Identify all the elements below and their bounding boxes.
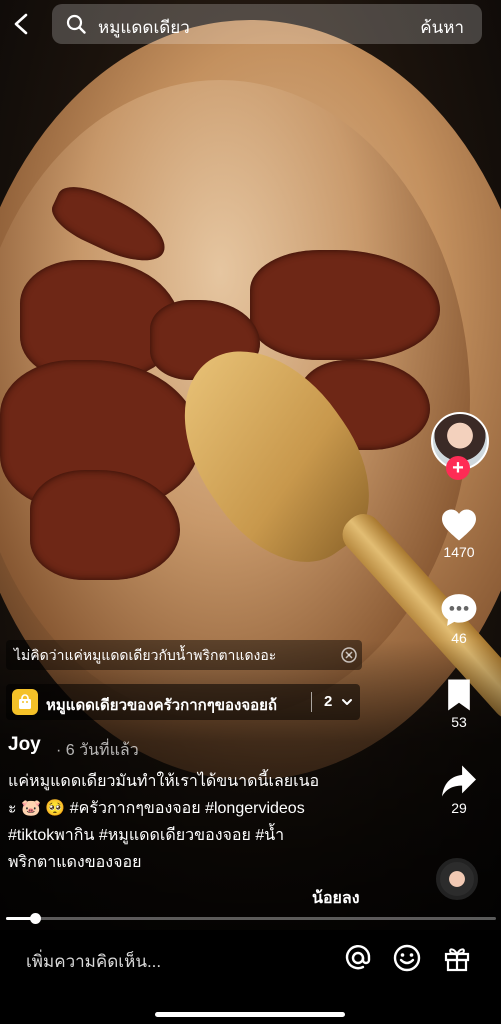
- caption-overlay: ไม่คิดว่าแค่หมูแดดเดียวกับน้ำพริกตาแดงอะ: [6, 640, 362, 670]
- comment-bar: เพิ่มความคิดเห็น...: [0, 930, 501, 1024]
- desc-line: ะ 🐷 🥺 #ครัวกากๆของจอย #longervideos: [8, 800, 305, 817]
- bookmark-icon: [448, 679, 470, 711]
- emoji-icon[interactable]: [392, 943, 422, 973]
- share-count: 29: [451, 800, 467, 816]
- follow-button[interactable]: +: [446, 456, 470, 480]
- desc-line: พริกตาแดงของจอย: [8, 854, 142, 871]
- video-progress-bar[interactable]: [6, 913, 496, 924]
- playlist-divider: [311, 692, 312, 712]
- caption-overlay-text: ไม่คิดว่าแค่หมูแดดเดียวกับน้ำพริกตาแดงอะ: [14, 647, 277, 663]
- see-less-button[interactable]: น้อยลง: [312, 886, 360, 911]
- gift-icon[interactable]: [442, 943, 472, 973]
- playlist-title: หมูแดดเดียวของครัวกากๆของจอยถ้: [46, 697, 278, 714]
- comment-count: 46: [451, 630, 467, 646]
- comment-icon: [441, 594, 477, 626]
- chevron-left-icon: [14, 13, 28, 35]
- sound-disc[interactable]: [436, 858, 478, 900]
- desc-line: #tiktokพากิน #หมูแดดเดียวของจอย #น้ำ: [8, 827, 285, 844]
- heart-icon: [442, 509, 476, 541]
- like-count: 1470: [443, 544, 475, 560]
- author-name[interactable]: Joy: [8, 734, 41, 756]
- save-button[interactable]: 53: [428, 678, 490, 730]
- chevron-down-icon: [342, 699, 352, 705]
- close-caption-icon[interactable]: [340, 646, 358, 664]
- search-icon: [66, 14, 86, 34]
- like-button[interactable]: 1470: [428, 508, 490, 560]
- search-bar[interactable]: หมูแดดเดียว ค้นหา: [52, 4, 482, 44]
- top-bar: หมูแดดเดียว ค้นหา: [0, 0, 501, 52]
- search-button[interactable]: ค้นหา: [420, 14, 464, 41]
- share-button[interactable]: 29: [428, 764, 490, 816]
- comment-input[interactable]: เพิ่มความคิดเห็น...: [26, 948, 161, 975]
- search-query[interactable]: หมูแดดเดียว: [98, 14, 190, 41]
- playlist-count: 2: [324, 693, 333, 710]
- back-button[interactable]: [6, 8, 36, 40]
- save-count: 53: [451, 714, 467, 730]
- playlist-bag-icon: [12, 689, 38, 715]
- post-time: · 6 วันที่แล้ว: [56, 742, 139, 759]
- desc-line: แค่หมูแดดเดียวมันทำให้เราได้ขนาดนี้เลยเน…: [8, 773, 320, 790]
- share-icon: [442, 765, 476, 797]
- mention-icon[interactable]: [343, 943, 373, 973]
- home-indicator: [155, 1012, 345, 1017]
- comment-button[interactable]: 46: [428, 592, 490, 646]
- playlist-bar[interactable]: หมูแดดเดียวของครัวกากๆของจอยถ้ 2: [6, 684, 360, 720]
- post-description[interactable]: แค่หมูแดดเดียวมันทำให้เราได้ขนาดนี้เลยเน…: [8, 768, 378, 876]
